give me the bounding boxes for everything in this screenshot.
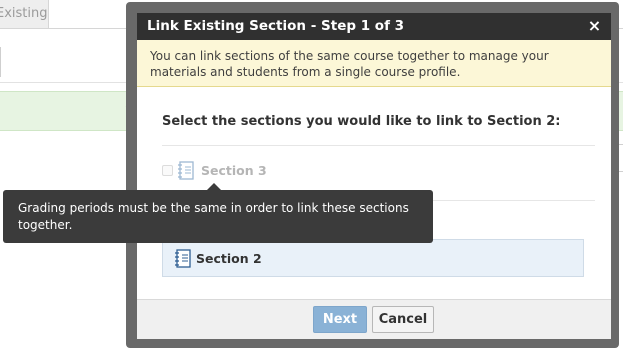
close-icon[interactable]: ×: [586, 17, 603, 35]
linked-section-box: Section 2: [162, 239, 584, 277]
modal-title: Link Existing Section - Step 1 of 3: [147, 18, 405, 34]
next-button[interactable]: Next: [313, 306, 367, 333]
existing-tab-label: Existing: [0, 6, 48, 21]
info-message: You can link sections of the same course…: [137, 40, 611, 87]
cancel-button[interactable]: Cancel: [372, 306, 434, 333]
section-3-checkbox[interactable]: [162, 165, 173, 176]
section-3-label: Section 3: [201, 163, 267, 178]
modal-header: Link Existing Section - Step 1 of 3 ×: [137, 13, 611, 40]
section-row-section-3[interactable]: Section 3: [162, 159, 595, 183]
select-sections-heading: Select the sections you would like to li…: [162, 114, 561, 129]
list-divider: [162, 145, 595, 146]
modal-body: You can link sections of the same course…: [137, 40, 611, 299]
linked-section-label: Section 2: [196, 251, 262, 266]
modal-footer: Next Cancel: [137, 299, 611, 339]
tooltip-arrow: [207, 183, 221, 190]
book-icon: [178, 161, 194, 180]
existing-tab[interactable]: Existing: [0, 0, 49, 29]
grading-period-tooltip: Grading periods must be the same in orde…: [3, 190, 433, 243]
book-icon: [175, 249, 191, 268]
background-input[interactable]: [0, 47, 1, 77]
